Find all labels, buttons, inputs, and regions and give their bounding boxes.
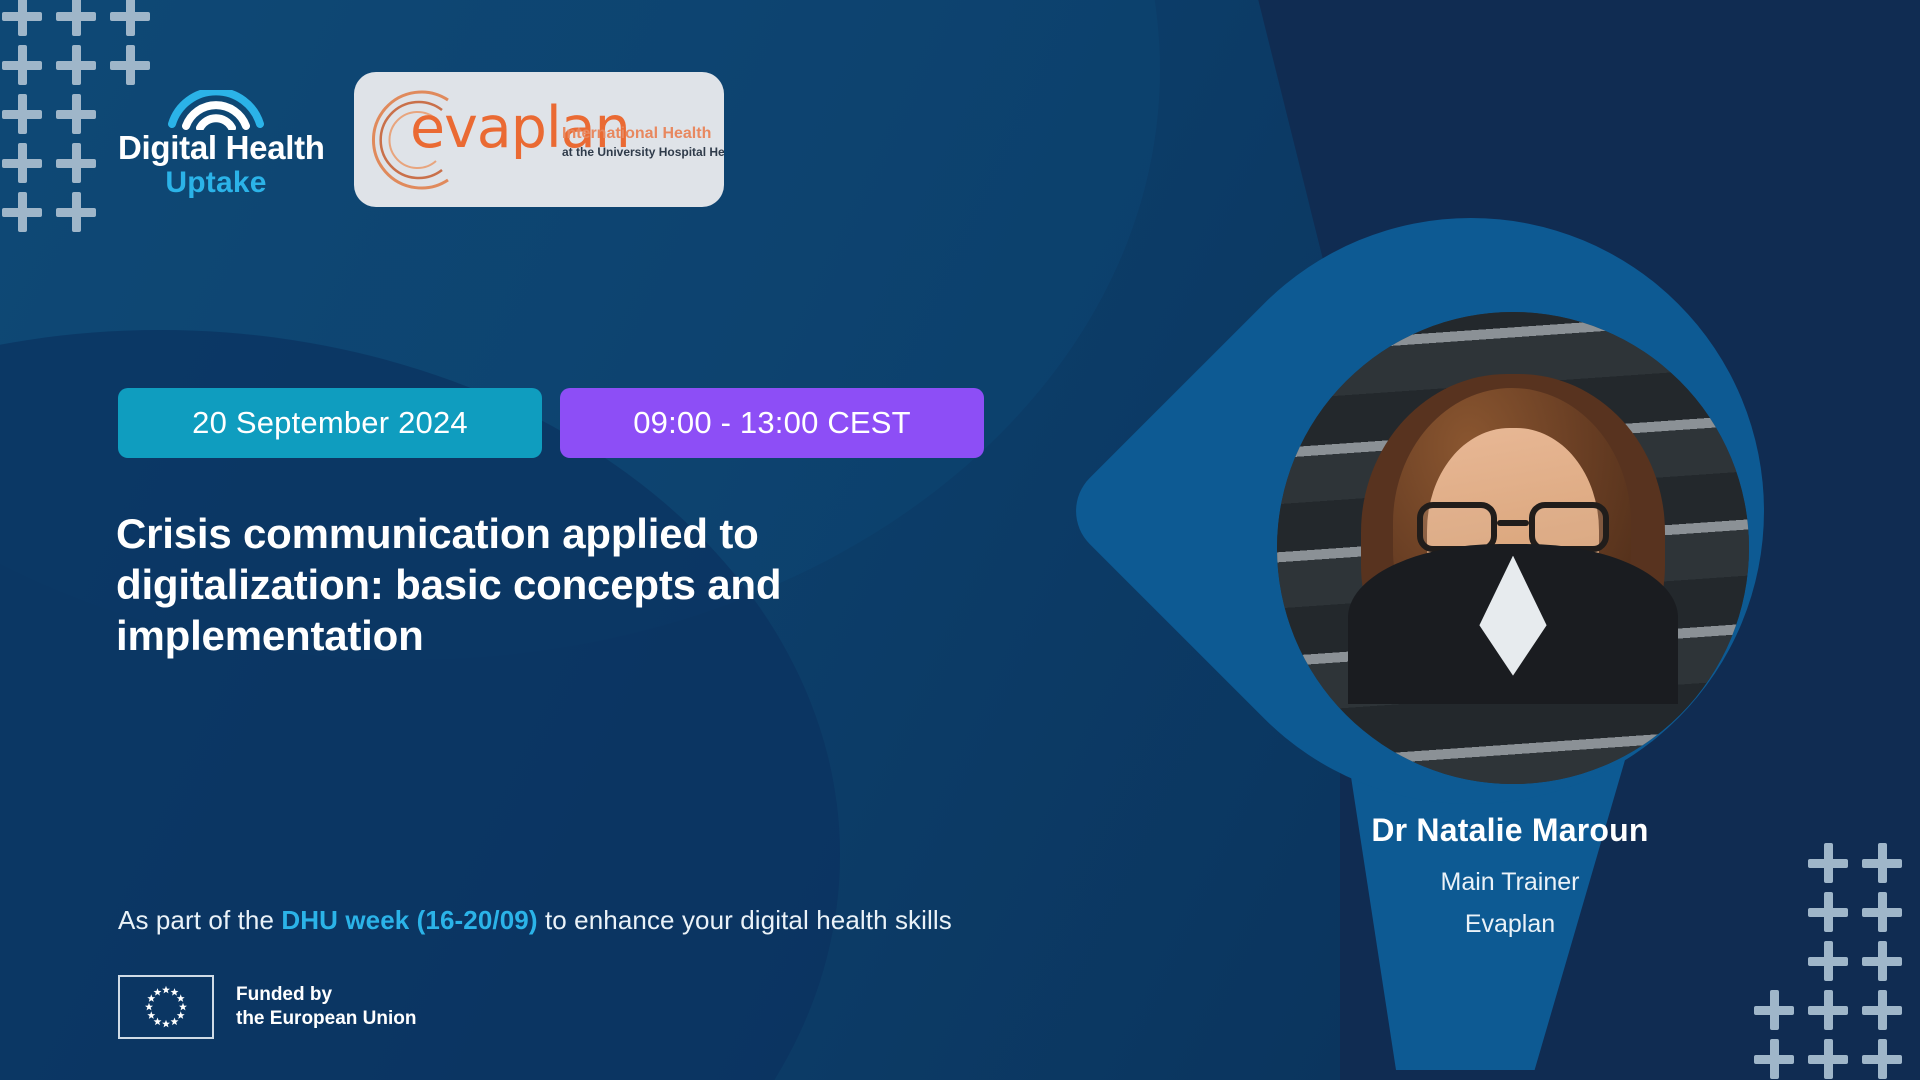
plus-icon: [56, 0, 96, 36]
eu-star: [153, 1017, 162, 1026]
portrait-face: [1348, 370, 1678, 704]
plus-icon: [2, 94, 42, 134]
plus-icon: [2, 192, 42, 232]
plus-icon: [1808, 843, 1848, 883]
eu-star: [147, 1011, 156, 1019]
eu-funding-text: Funded by the European Union: [236, 983, 417, 1032]
plus-icon: [1862, 843, 1902, 883]
speaker-portrait: [1277, 312, 1749, 784]
eu-star: [176, 1011, 185, 1019]
plus-icon: [56, 192, 96, 232]
plus-icon: [2, 45, 42, 85]
eu-star: [162, 1019, 170, 1028]
evaplan-tagline-primary: International Health: [562, 125, 712, 142]
plus-icon: [1754, 1039, 1794, 1079]
dhu-week-line: As part of the DHU week (16-20/09) to en…: [118, 905, 952, 936]
plus-icon: [1808, 990, 1848, 1030]
plus-icon: [1862, 1039, 1902, 1079]
time-badge: 09:00 - 13:00 CEST: [560, 388, 984, 458]
portrait-glasses-bridge: [1497, 519, 1529, 526]
plus-icon: [56, 143, 96, 183]
plus-icon: [56, 45, 96, 85]
eu-funding-line1: Funded by: [236, 983, 333, 1005]
date-badge: 20 September 2024: [118, 388, 542, 458]
speaker-role: Main Trainer: [1440, 868, 1580, 896]
plus-icon: [1862, 941, 1902, 981]
digital-health-uptake-logo: Digital Health Uptake: [118, 80, 325, 199]
logo-row: Digital Health Uptake evaplan Internatio…: [118, 72, 724, 207]
eu-star: [162, 985, 170, 994]
plus-icon: [1808, 1039, 1848, 1079]
evaplan-tagline-secondary: at the University Hospital Heidelberg: [562, 145, 724, 159]
dhu-week-link[interactable]: DHU week (16-20/09): [281, 905, 537, 935]
plus-spacer: [1754, 941, 1794, 981]
eu-star: [176, 994, 185, 1002]
eu-star: [145, 1002, 153, 1011]
event-badges: 20 September 2024 09:00 - 13:00 CEST: [118, 388, 984, 458]
speaker-name: Dr Natalie Maroun: [1371, 812, 1649, 848]
speaker-organisation: Evaplan: [1464, 910, 1556, 938]
plus-icon: [2, 143, 42, 183]
eu-star: [179, 1002, 187, 1011]
week-prefix: As part of the: [118, 905, 282, 935]
eu-star: [170, 988, 179, 996]
plus-icon: [1808, 941, 1848, 981]
event-title: Crisis communication applied to digitali…: [116, 510, 782, 660]
eu-flag-icon: [118, 975, 214, 1039]
eu-star: [153, 988, 162, 996]
dhu-logo-line2: Uptake: [165, 165, 267, 199]
evaplan-logo: evaplan International Health at the Univ…: [354, 72, 724, 207]
webinar-poster: Digital Health Uptake evaplan Internatio…: [0, 0, 1920, 1080]
eu-star: [170, 1017, 179, 1026]
plus-icon: [1808, 892, 1848, 932]
dhu-logo-line1: Digital Health: [118, 129, 325, 167]
wifi-arc-icon: [166, 87, 266, 133]
plus-icon: [56, 94, 96, 134]
plus-icon: [110, 0, 150, 36]
plus-icon: [2, 0, 42, 36]
plus-icon: [1862, 990, 1902, 1030]
plus-icon: [1754, 990, 1794, 1030]
plus-icon: [1862, 892, 1902, 932]
eu-funding-line2: the European Union: [236, 1008, 417, 1029]
eu-funding-block: Funded by the European Union: [118, 975, 417, 1039]
week-suffix: to enhance your digital health skills: [537, 905, 952, 935]
eu-star: [147, 994, 156, 1002]
